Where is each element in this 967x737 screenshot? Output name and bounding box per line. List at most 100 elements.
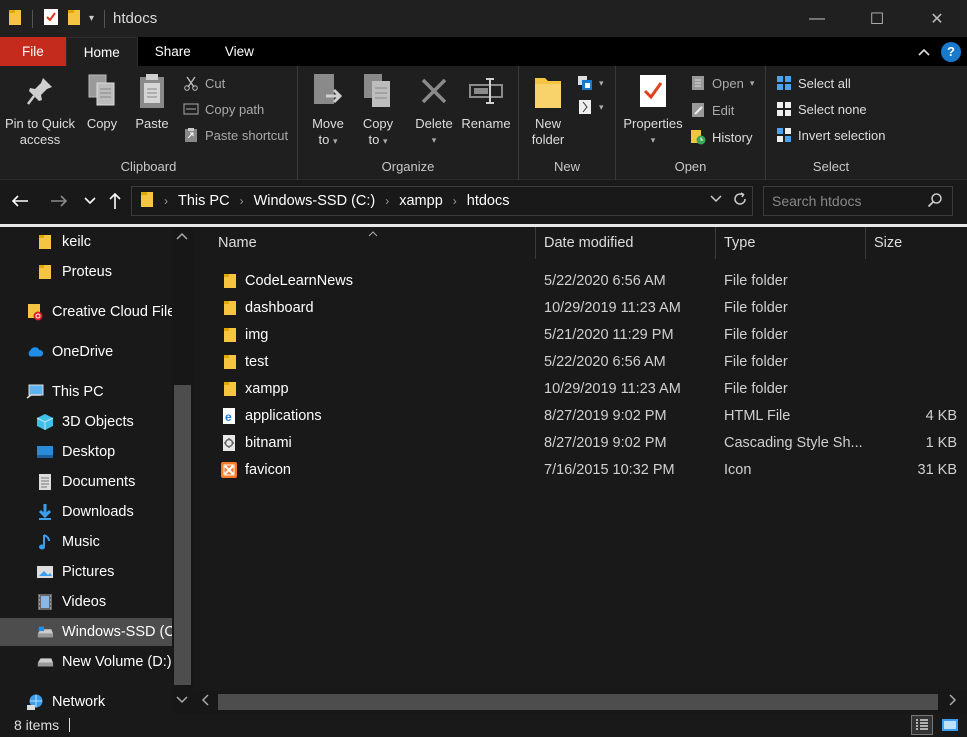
select-all-button[interactable]: Select all [776, 72, 851, 94]
file-size: 31 KB [917, 461, 958, 478]
up-button[interactable] [103, 189, 127, 213]
nav-item-proteus[interactable]: Proteus [36, 258, 112, 286]
maximize-button[interactable]: ☐ [847, 0, 907, 37]
table-row[interactable]: dashboard 10/29/2019 11:23 AM File folde… [215, 294, 959, 321]
paste-shortcut-icon [183, 127, 199, 143]
address-dropdown-icon[interactable] [710, 191, 722, 210]
chevron-right-icon[interactable]: › [453, 194, 457, 208]
nav-item-music[interactable]: Music [36, 528, 100, 556]
chevron-down-icon: ▾ [332, 136, 338, 146]
folder-icon [140, 190, 154, 212]
table-row[interactable]: img 5/21/2020 11:29 PM File folder [215, 321, 959, 348]
chevron-right-icon[interactable]: › [164, 194, 168, 208]
nav-item-onedrive[interactable]: OneDrive [26, 338, 113, 366]
paste-shortcut-button[interactable]: Paste shortcut [183, 124, 288, 146]
breadcrumb-xampp[interactable]: xampp [399, 193, 443, 209]
open-button[interactable]: Open ▾ [690, 72, 754, 94]
move-to-button[interactable]: Move to ▾ [306, 72, 350, 149]
table-row[interactable]: bitnami 8/27/2019 9:02 PM Cascading Styl… [215, 429, 959, 456]
easy-access-button[interactable]: ▾ [577, 96, 604, 118]
copy-to-button[interactable]: Copy to ▾ [356, 72, 400, 149]
customize-toolbar-icon[interactable]: ▾ [89, 13, 94, 24]
minimize-button[interactable]: — [787, 0, 847, 37]
tab-share[interactable]: Share [138, 37, 208, 66]
search-input[interactable]: Search htdocs [763, 186, 953, 216]
table-row[interactable]: favicon 7/16/2015 10:32 PM Icon 31 KB [215, 456, 959, 483]
css-file-icon [221, 429, 237, 456]
properties-icon[interactable] [43, 8, 59, 29]
tab-home[interactable]: Home [65, 37, 138, 66]
rename-button[interactable]: Rename [460, 72, 512, 132]
table-row[interactable]: CodeLearnNews 5/22/2020 6:56 AM File fol… [215, 267, 959, 294]
nav-item-this-pc[interactable]: This PC [26, 378, 104, 406]
file-name: img [245, 326, 269, 343]
nav-item-new-volume[interactable]: New Volume (D:) [36, 648, 172, 676]
select-none-button[interactable]: Select none [776, 98, 867, 120]
arrow-right-icon [51, 195, 68, 207]
chevron-right-icon[interactable] [949, 694, 957, 709]
nav-item-documents[interactable]: Documents [36, 468, 135, 496]
table-row[interactable]: e applications 8/27/2019 9:02 PM HTML Fi… [215, 402, 959, 429]
chevron-up-icon[interactable] [176, 231, 188, 243]
copy-button[interactable]: Copy [80, 72, 124, 132]
nav-item-creative-cloud[interactable]: Creative Cloud File [26, 298, 175, 326]
nav-item-keilc[interactable]: keilc [36, 228, 91, 256]
column-header-size[interactable]: Size [866, 227, 967, 259]
nav-item-network[interactable]: Network [26, 688, 105, 713]
history-button[interactable]: History [690, 126, 752, 148]
chevron-down-icon[interactable] [176, 695, 188, 707]
address-bar[interactable]: › This PC › Windows-SSD (C:) › xampp › h… [131, 186, 753, 216]
nav-item-pictures[interactable]: Pictures [36, 558, 114, 586]
tab-view[interactable]: View [208, 37, 271, 66]
content-scrollbar[interactable] [193, 691, 967, 713]
file-size [875, 294, 957, 321]
help-icon[interactable]: ? [941, 41, 961, 62]
nav-item-videos[interactable]: Videos [36, 588, 106, 616]
copy-path-button[interactable]: Copy path [183, 98, 264, 120]
search-icon[interactable] [927, 192, 943, 211]
table-row[interactable]: test 5/22/2020 6:56 AM File folder [215, 348, 959, 375]
invert-selection-button[interactable]: Invert selection [776, 124, 885, 146]
nav-item-downloads[interactable]: Downloads [36, 498, 134, 526]
file-date: 7/16/2015 10:32 PM [544, 461, 675, 478]
nav-item-desktop[interactable]: Desktop [36, 438, 115, 466]
select-none-icon [776, 101, 792, 117]
breadcrumb-windows-ssd[interactable]: Windows-SSD (C:) [254, 193, 376, 209]
edit-button[interactable]: Edit [690, 99, 734, 121]
forward-button[interactable] [47, 189, 71, 213]
navigation-pane: keilc Proteus Creative Cloud File OneDri… [0, 227, 193, 713]
close-button[interactable]: ✕ [907, 0, 967, 37]
large-icons-view-button[interactable] [939, 715, 961, 735]
pin-to-quick-access-button[interactable]: Pin to Quick access [4, 72, 76, 148]
new-item-button[interactable]: ▾ [577, 72, 604, 94]
column-header-type[interactable]: Type [716, 227, 866, 259]
chevron-up-icon[interactable] [917, 44, 931, 60]
tab-file[interactable]: File [0, 37, 66, 66]
column-header-date[interactable]: Date modified [536, 227, 716, 259]
nav-scrollbar[interactable] [172, 227, 193, 713]
properties-button[interactable]: Properties ▾ [620, 72, 686, 148]
computer-icon [26, 383, 44, 401]
new-folder-button[interactable]: New folder [525, 72, 571, 148]
cut-button[interactable]: Cut [183, 72, 225, 94]
chevron-left-icon[interactable] [201, 694, 209, 709]
chevron-right-icon[interactable]: › [385, 194, 389, 208]
content-scrollbar-thumb[interactable] [218, 694, 938, 710]
table-row[interactable]: xampp 10/29/2019 11:23 AM File folder [215, 375, 959, 402]
paste-button[interactable]: Paste [130, 72, 174, 132]
file-name: xampp [245, 380, 289, 397]
delete-button[interactable]: Delete ▾ [412, 72, 456, 148]
chevron-right-icon[interactable]: › [240, 194, 244, 208]
new-folder-icon[interactable] [67, 8, 81, 29]
nav-item-windows-ssd[interactable]: Windows-SSD (C [0, 618, 175, 646]
column-header-name[interactable]: Name [210, 227, 536, 259]
refresh-icon[interactable] [732, 191, 748, 210]
details-view-button[interactable] [911, 715, 933, 735]
nav-item-3d-objects[interactable]: 3D Objects [36, 408, 134, 436]
recent-locations-button[interactable] [78, 189, 102, 213]
breadcrumb-htdocs[interactable]: htdocs [467, 193, 510, 209]
nav-scrollbar-thumb[interactable] [174, 385, 191, 685]
back-button[interactable] [8, 189, 32, 213]
breadcrumb-this-pc[interactable]: This PC [178, 193, 230, 209]
clipboard-group-label: Clipboard [120, 159, 177, 174]
